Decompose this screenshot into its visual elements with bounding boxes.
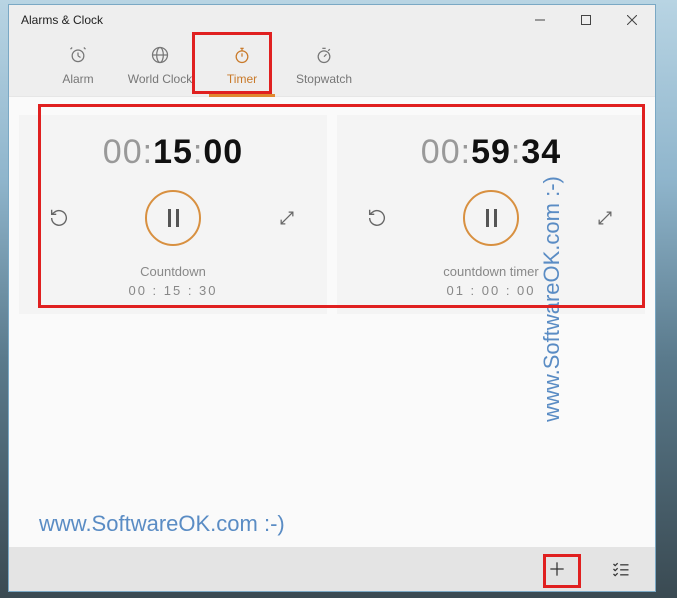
- pause-icon: [486, 209, 497, 227]
- tab-stopwatch[interactable]: Stopwatch: [283, 38, 365, 94]
- globe-icon: [150, 45, 170, 70]
- close-button[interactable]: [609, 5, 655, 35]
- reset-button[interactable]: [363, 204, 391, 232]
- timer-original-time: 00 : 15 : 30: [128, 283, 217, 298]
- tab-bar: Alarm World Clock Timer Stopwatch: [9, 35, 655, 97]
- tab-timer[interactable]: Timer: [201, 38, 283, 94]
- timer-card[interactable]: 00:15:00 Countdown 00 : 15 : 30: [19, 115, 327, 314]
- timer-minutes: 59: [471, 133, 511, 171]
- timer-display: 00:59:34: [421, 133, 561, 172]
- add-timer-button[interactable]: [539, 551, 575, 587]
- alarm-icon: [68, 45, 88, 70]
- tab-label: Timer: [227, 72, 257, 86]
- timer-hours: 00: [103, 133, 143, 171]
- pause-button[interactable]: [145, 190, 201, 246]
- pause-icon: [168, 209, 179, 227]
- tab-alarm[interactable]: Alarm: [37, 38, 119, 94]
- timer-card[interactable]: 00:59:34 countdown timer 01 : 00 : 00: [337, 115, 645, 314]
- tab-label: Alarm: [62, 72, 93, 86]
- timer-icon: [232, 45, 252, 70]
- timer-label: Countdown: [140, 264, 206, 279]
- expand-button[interactable]: [591, 204, 619, 232]
- minimize-button[interactable]: [517, 5, 563, 35]
- stopwatch-icon: [314, 45, 334, 70]
- timer-minutes: 15: [153, 133, 193, 171]
- expand-button[interactable]: [273, 204, 301, 232]
- watermark-text-side: www.SoftwareOK.com :-): [539, 176, 565, 422]
- bottom-bar: [9, 547, 655, 591]
- select-timers-button[interactable]: [603, 551, 639, 587]
- tab-world-clock[interactable]: World Clock: [119, 38, 201, 94]
- tab-label: Stopwatch: [296, 72, 352, 86]
- pause-button[interactable]: [463, 190, 519, 246]
- timer-controls: [29, 190, 317, 246]
- timer-display: 00:15:00: [103, 133, 243, 172]
- maximize-button[interactable]: [563, 5, 609, 35]
- tab-label: World Clock: [128, 72, 192, 86]
- window-title: Alarms & Clock: [21, 13, 103, 27]
- timer-seconds: 00: [203, 133, 243, 171]
- reset-button[interactable]: [45, 204, 73, 232]
- timer-original-time: 01 : 00 : 00: [446, 283, 535, 298]
- window-controls: [517, 5, 655, 35]
- titlebar: Alarms & Clock: [9, 5, 655, 35]
- timer-hours: 00: [421, 133, 461, 171]
- timer-label: countdown timer: [443, 264, 538, 279]
- timer-controls: [347, 190, 635, 246]
- timer-seconds: 34: [521, 133, 561, 171]
- watermark-text: www.SoftwareOK.com :-): [39, 511, 285, 537]
